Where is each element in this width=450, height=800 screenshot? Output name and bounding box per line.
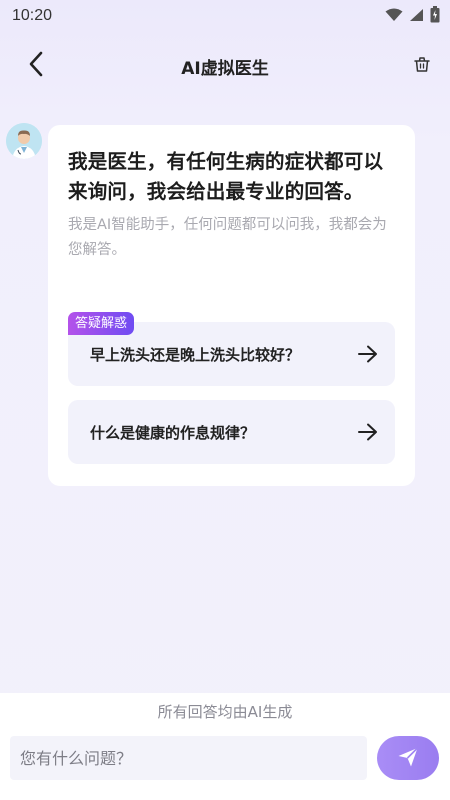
back-button[interactable]	[20, 50, 52, 82]
status-time: 10:20	[12, 7, 53, 24]
page-title: AI虚拟医生	[181, 58, 269, 79]
faq-tag: 答疑解惑	[68, 312, 135, 335]
arrow-right-icon	[357, 421, 379, 443]
signal-icon	[409, 7, 424, 26]
battery-icon	[430, 5, 440, 27]
send-icon	[396, 745, 420, 772]
send-button[interactable]	[377, 736, 439, 780]
suggested-question-text: 早上洗头还是晚上洗头比较好？	[90, 345, 301, 364]
ai-disclaimer: 所有回答均由AI生成	[157, 703, 293, 721]
wifi-icon	[385, 7, 403, 26]
question-input[interactable]	[10, 736, 367, 780]
nav-bar: AI虚拟医生	[0, 32, 450, 100]
status-bar: 10:20	[0, 0, 450, 32]
status-icons	[385, 5, 440, 27]
suggested-question-2[interactable]: 什么是健康的作息规律？	[68, 400, 395, 464]
arrow-right-icon	[357, 343, 379, 365]
doctor-avatar	[6, 123, 42, 159]
clear-chat-button[interactable]	[410, 54, 434, 78]
composer-panel: 所有回答均由AI生成	[0, 693, 450, 800]
suggested-question-text: 什么是健康的作息规律？	[90, 423, 256, 442]
welcome-subtitle: 我是AI智能助手，任何问题都可以问我，我都会为您解答。	[68, 217, 387, 258]
welcome-title: 我是医生，有任何生病的症状都可以来询问，我会给出最专业的回答。	[68, 150, 384, 203]
chevron-left-icon	[28, 51, 44, 81]
trash-icon	[414, 56, 430, 76]
